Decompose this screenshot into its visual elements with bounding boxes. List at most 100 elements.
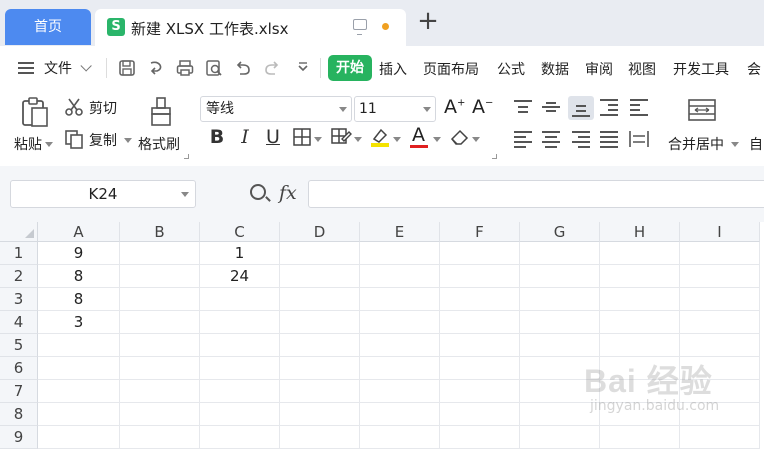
column-header-a[interactable]: A — [38, 222, 120, 242]
insert-function-icon[interactable]: fx — [279, 182, 297, 204]
redo-icon[interactable] — [263, 59, 281, 77]
font-name-select[interactable]: 等线 — [200, 96, 352, 122]
cell-a8[interactable] — [38, 403, 120, 426]
cell-d1[interactable] — [280, 242, 360, 265]
cell-f5[interactable] — [440, 334, 520, 357]
save-icon[interactable] — [118, 59, 136, 77]
column-header-f[interactable]: F — [440, 222, 520, 242]
row-header-8[interactable]: 8 — [0, 403, 38, 426]
print-icon[interactable] — [176, 59, 194, 77]
underline-button[interactable]: U — [260, 124, 286, 150]
cell-c3[interactable] — [200, 288, 280, 311]
row-header-1[interactable]: 1 — [0, 242, 38, 265]
zoom-icon[interactable] — [250, 184, 266, 200]
cell-e4[interactable] — [360, 311, 440, 334]
cell-c6[interactable] — [200, 357, 280, 380]
cell-e1[interactable] — [360, 242, 440, 265]
cut-button[interactable]: 剪切 — [64, 96, 126, 120]
row-header-6[interactable]: 6 — [0, 357, 38, 380]
cell-f4[interactable] — [440, 311, 520, 334]
row-header-4[interactable]: 4 — [0, 311, 38, 334]
cell-i5[interactable] — [680, 334, 760, 357]
cell-e6[interactable] — [360, 357, 440, 380]
copy-button[interactable]: 复制 — [64, 128, 132, 152]
italic-button[interactable]: I — [232, 124, 258, 150]
row-header-5[interactable]: 5 — [0, 334, 38, 357]
increase-font-size-button[interactable]: A+ — [444, 96, 466, 120]
cell-g4[interactable] — [520, 311, 600, 334]
cell-e5[interactable] — [360, 334, 440, 357]
tab-insert[interactable]: 插入 — [379, 59, 407, 79]
customize-toolbar-icon[interactable] — [294, 59, 312, 77]
cell-f6[interactable] — [440, 357, 520, 380]
tab-home[interactable]: 首页 — [5, 9, 91, 45]
tab-member[interactable]: 会 — [747, 59, 761, 79]
cell-i4[interactable] — [680, 311, 760, 334]
cell-d5[interactable] — [280, 334, 360, 357]
align-right-icon[interactable] — [572, 130, 592, 148]
cell-d7[interactable] — [280, 380, 360, 403]
tab-review[interactable]: 审阅 — [585, 59, 613, 79]
cell-d2[interactable] — [280, 265, 360, 288]
cell-a6[interactable] — [38, 357, 120, 380]
cell-f3[interactable] — [440, 288, 520, 311]
cell-e2[interactable] — [360, 265, 440, 288]
tab-page-layout[interactable]: 页面布局 — [423, 59, 479, 79]
cell-i2[interactable] — [680, 265, 760, 288]
cell-h4[interactable] — [600, 311, 680, 334]
decrease-font-size-button[interactable]: A− — [472, 96, 494, 120]
column-header-i[interactable]: I — [680, 222, 760, 242]
increase-indent-icon[interactable] — [630, 98, 650, 116]
column-header-g[interactable]: G — [520, 222, 600, 242]
cell-b4[interactable] — [120, 311, 200, 334]
cell-e8[interactable] — [360, 403, 440, 426]
formula-input[interactable] — [308, 180, 764, 208]
cell-f2[interactable] — [440, 265, 520, 288]
bold-button[interactable]: B — [204, 124, 230, 150]
cell-e7[interactable] — [360, 380, 440, 403]
cell-g5[interactable] — [520, 334, 600, 357]
column-header-h[interactable]: H — [600, 222, 680, 242]
cell-g1[interactable] — [520, 242, 600, 265]
cell-b1[interactable] — [120, 242, 200, 265]
cell-c5[interactable] — [200, 334, 280, 357]
fill-style-button[interactable] — [328, 126, 362, 150]
align-left-icon[interactable] — [514, 130, 534, 148]
cell-h2[interactable] — [600, 265, 680, 288]
cell-h5[interactable] — [600, 334, 680, 357]
column-header-d[interactable]: D — [280, 222, 360, 242]
dialog-launcher-icon[interactable] — [492, 154, 497, 159]
undo-icon[interactable] — [234, 59, 252, 77]
cell-f1[interactable] — [440, 242, 520, 265]
row-header-7[interactable]: 7 — [0, 380, 38, 403]
format-painter-button[interactable]: 格式刷 — [138, 94, 188, 154]
borders-button[interactable] — [290, 126, 324, 150]
cell-b5[interactable] — [120, 334, 200, 357]
cell-b8[interactable] — [120, 403, 200, 426]
cell-d3[interactable] — [280, 288, 360, 311]
dialog-launcher-icon[interactable] — [184, 154, 189, 159]
column-header-c[interactable]: C — [200, 222, 280, 242]
cell-b6[interactable] — [120, 357, 200, 380]
cell-c4[interactable] — [200, 311, 280, 334]
column-header-e[interactable]: E — [360, 222, 440, 242]
row-header-3[interactable]: 3 — [0, 288, 38, 311]
cell-c1[interactable]: 1 — [200, 242, 280, 265]
cell-f7[interactable] — [440, 380, 520, 403]
cell-b7[interactable] — [120, 380, 200, 403]
cell-d8[interactable] — [280, 403, 360, 426]
cell-g2[interactable] — [520, 265, 600, 288]
tab-start[interactable]: 开始 — [328, 55, 372, 81]
cell-b3[interactable] — [120, 288, 200, 311]
tab-document[interactable]: S 新建 XLSX 工作表.xlsx — [95, 9, 406, 46]
cell-a7[interactable] — [38, 380, 120, 403]
cell-a4[interactable]: 3 — [38, 311, 120, 334]
row-header-2[interactable]: 2 — [0, 265, 38, 288]
cell-g3[interactable] — [520, 288, 600, 311]
cell-h1[interactable] — [600, 242, 680, 265]
print-preview-icon[interactable] — [205, 59, 223, 77]
tab-formulas[interactable]: 公式 — [497, 59, 525, 79]
align-bottom-icon[interactable] — [568, 96, 594, 120]
cell-c7[interactable] — [200, 380, 280, 403]
align-center-icon[interactable] — [542, 130, 562, 148]
